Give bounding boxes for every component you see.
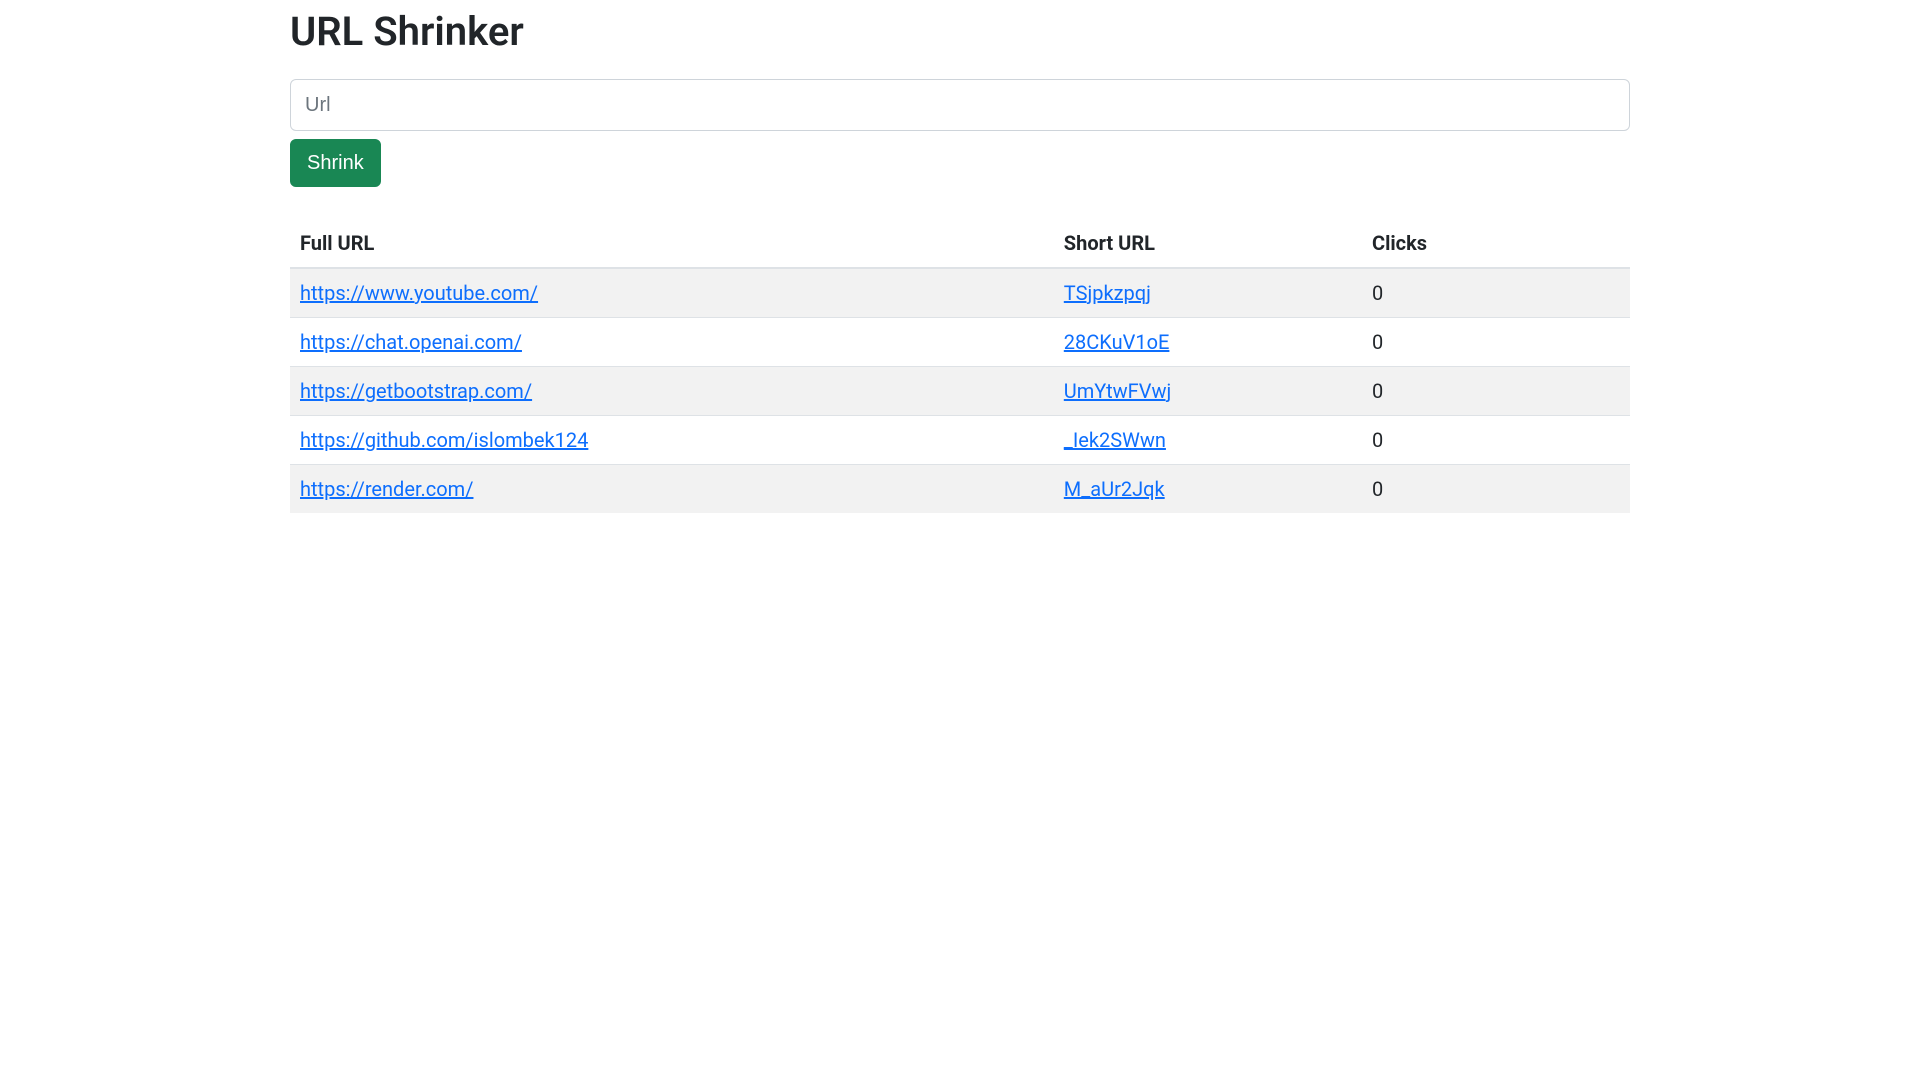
url-input[interactable] — [290, 79, 1630, 131]
full-url-link[interactable]: https://getbootstrap.com/ — [300, 379, 532, 403]
header-short-url: Short URL — [1054, 219, 1362, 268]
cell-full-url: https://getbootstrap.com/ — [290, 367, 1054, 416]
short-url-link[interactable]: 28CKuV1oE — [1064, 330, 1170, 354]
cell-short-url: UmYtwFVwj — [1054, 367, 1362, 416]
short-url-link[interactable]: M_aUr2Jqk — [1064, 477, 1165, 501]
table-row: https://www.youtube.com/TSjpkzpqj 0 — [290, 268, 1630, 318]
cell-full-url: https://chat.openai.com/ — [290, 318, 1054, 367]
full-url-link[interactable]: https://github.com/islombek124 — [300, 428, 588, 452]
table-row: https://github.com/islombek124 _Iek2SWwn 0 — [290, 416, 1630, 465]
table-row: https://chat.openai.com/28CKuV1oE 0 — [290, 318, 1630, 367]
cell-short-url: 28CKuV1oE — [1054, 318, 1362, 367]
cell-full-url: https://github.com/islombek124 — [290, 416, 1054, 465]
urls-table: Full URL Short URL Clicks https://www.yo… — [290, 219, 1630, 513]
cell-clicks: 0 — [1362, 367, 1630, 416]
cell-clicks: 0 — [1362, 318, 1630, 367]
short-url-link[interactable]: UmYtwFVwj — [1064, 379, 1171, 403]
cell-full-url: https://www.youtube.com/ — [290, 268, 1054, 318]
cell-short-url: TSjpkzpqj — [1054, 268, 1362, 318]
shrink-button[interactable]: Shrink — [290, 139, 381, 187]
cell-clicks: 0 — [1362, 268, 1630, 318]
full-url-link[interactable]: https://render.com/ — [300, 477, 473, 501]
full-url-link[interactable]: https://www.youtube.com/ — [300, 281, 538, 305]
cell-short-url: _Iek2SWwn — [1054, 416, 1362, 465]
cell-clicks: 0 — [1362, 416, 1630, 465]
cell-short-url: M_aUr2Jqk — [1054, 465, 1362, 514]
page-title: URL Shrinker — [290, 8, 1630, 55]
short-url-link[interactable]: _Iek2SWwn — [1064, 428, 1166, 452]
full-url-link[interactable]: https://chat.openai.com/ — [300, 330, 522, 354]
cell-clicks: 0 — [1362, 465, 1630, 514]
table-row: https://render.com/M_aUr2Jqk 0 — [290, 465, 1630, 514]
header-clicks: Clicks — [1362, 219, 1630, 268]
table-row: https://getbootstrap.com/UmYtwFVwj 0 — [290, 367, 1630, 416]
header-full-url: Full URL — [290, 219, 1054, 268]
short-url-link[interactable]: TSjpkzpqj — [1064, 281, 1151, 305]
cell-full-url: https://render.com/ — [290, 465, 1054, 514]
